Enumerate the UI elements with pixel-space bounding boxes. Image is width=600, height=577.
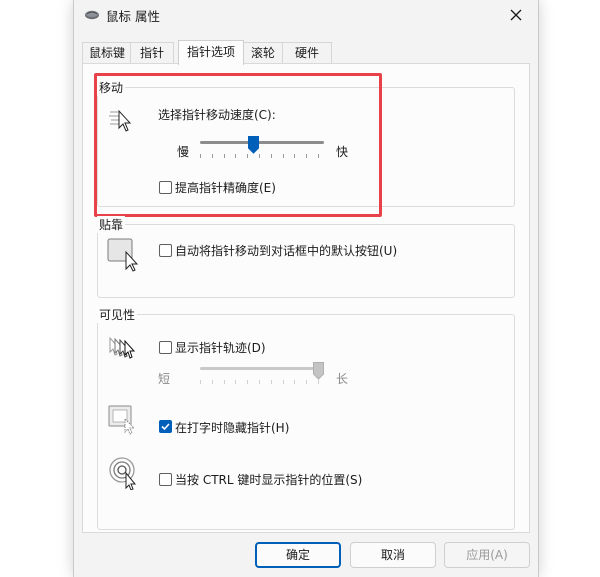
ok-button[interactable]: 确定 [255, 542, 341, 568]
hide-while-typing-label: 在打字时隐藏指针(H) [175, 421, 290, 435]
tab-bar: 鼠标键 指针 指针选项 滚轮 硬件 [82, 40, 532, 65]
snap-checkbox[interactable] [159, 244, 172, 257]
trails-slider-track[interactable] [200, 367, 324, 370]
close-icon[interactable] [502, 3, 530, 27]
slider-tick [224, 380, 225, 384]
trails-slider-thumb[interactable] [313, 362, 324, 380]
snap-to-icon [107, 238, 139, 272]
slider-tick [271, 380, 272, 384]
long-label: 长 [336, 372, 349, 386]
tab-hardware[interactable]: 硬件 [282, 42, 332, 63]
slider-tick [247, 380, 248, 384]
title-bar: 鼠标 属性 [74, 0, 538, 30]
cancel-button[interactable]: 取消 [350, 542, 436, 568]
ctrl-locate-checkbox[interactable] [159, 473, 172, 486]
snap-group-label: 贴靠 [97, 216, 126, 233]
pointer-trails-icon [109, 336, 136, 359]
slider-tick [318, 380, 319, 384]
tab-buttons[interactable]: 鼠标键 [82, 42, 132, 63]
highlight-box [94, 73, 382, 217]
slider-tick [294, 380, 295, 384]
slider-tick [259, 380, 260, 384]
window-title: 鼠标 属性 [106, 9, 160, 24]
slider-tick [306, 380, 307, 384]
slider-tick [283, 380, 284, 384]
ctrl-locate-label: 当按 CTRL 键时显示指针的位置(S) [175, 473, 363, 487]
ctrl-locate-icon [109, 457, 137, 490]
slider-tick [235, 380, 236, 384]
hide-pointer-icon [108, 405, 136, 435]
visibility-group-label: 可见性 [97, 306, 138, 323]
snap-group: 贴靠 [97, 216, 515, 298]
tab-pointer-options[interactable]: 指针选项 [178, 40, 244, 65]
slider-tick [212, 380, 213, 384]
mouse-icon [85, 10, 99, 20]
snap-label: 自动将指针移动到对话框中的默认按钮(U) [175, 244, 398, 258]
short-label: 短 [158, 372, 171, 386]
tab-wheel[interactable]: 滚轮 [242, 42, 284, 63]
trails-checkbox[interactable] [159, 341, 172, 354]
slider-tick [200, 380, 201, 384]
apply-button[interactable]: 应用(A) [444, 542, 530, 568]
tab-pointers[interactable]: 指针 [130, 42, 174, 63]
checkmark-icon [161, 423, 170, 431]
trails-label: 显示指针轨迹(D) [175, 341, 266, 355]
